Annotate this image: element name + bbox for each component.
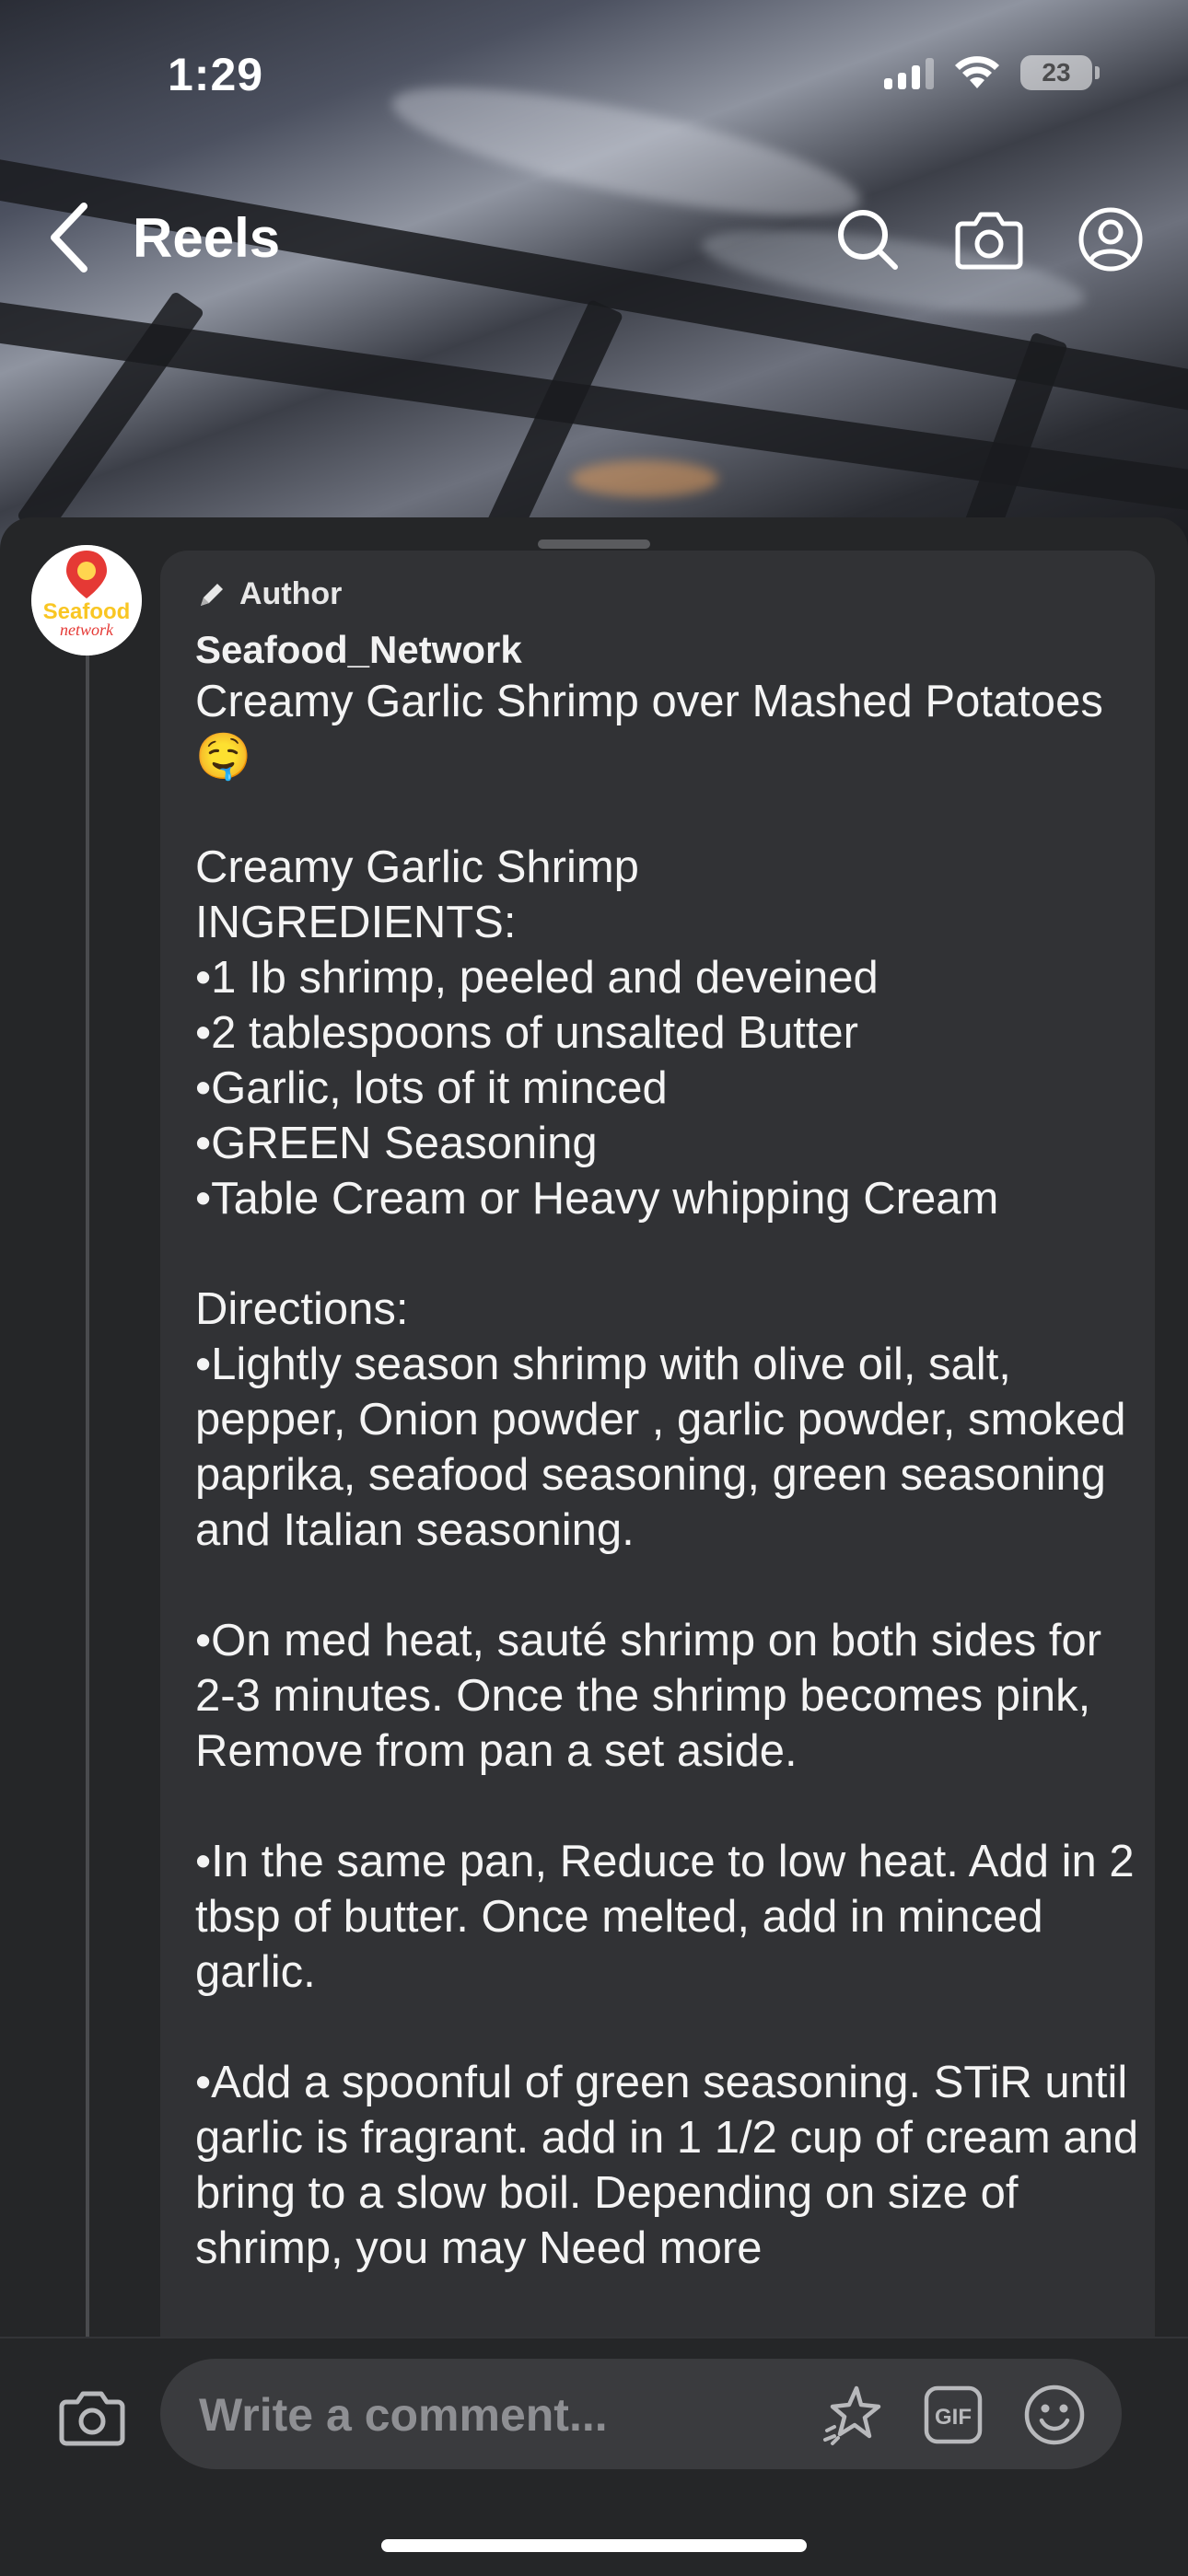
- status-time: 1:29: [168, 49, 264, 100]
- comment-text: Creamy Garlic Shrimp over Mashed Potatoe…: [195, 677, 1139, 2273]
- battery-icon: 23: [1020, 55, 1100, 90]
- profile-button[interactable]: [1076, 204, 1146, 274]
- status-icons: 23: [884, 55, 1100, 90]
- gif-label: GIF: [935, 2405, 972, 2430]
- search-button[interactable]: [833, 204, 903, 274]
- comment-username[interactable]: Seafood_Network: [195, 628, 522, 672]
- thread-line: [86, 646, 89, 2442]
- comments-sheet[interactable]: Seafood network Author Seafood_Network C…: [0, 517, 1188, 2574]
- home-indicator[interactable]: [381, 2539, 807, 2552]
- camera-icon: [955, 212, 1023, 270]
- seafood-network-logo: Seafood network: [31, 545, 142, 656]
- camera-icon: [59, 2391, 125, 2446]
- profile-icon: [1078, 207, 1143, 272]
- page-title: Reels: [133, 207, 281, 269]
- comment-input-pill[interactable]: GIF: [160, 2359, 1122, 2469]
- camera-button[interactable]: [954, 204, 1024, 274]
- cellular-signal-icon: [884, 56, 934, 89]
- logo-text-network: network: [60, 621, 114, 639]
- author-badge: Author: [195, 576, 342, 612]
- avatar-sticker-button[interactable]: [820, 2383, 884, 2447]
- author-label: Author: [239, 576, 343, 611]
- battery-level: 23: [1042, 58, 1071, 87]
- gif-button[interactable]: GIF: [921, 2383, 985, 2447]
- smiley-icon: [1024, 2385, 1085, 2445]
- wifi-icon: [955, 56, 999, 88]
- pencil-icon: [201, 583, 223, 606]
- emoji-button[interactable]: [1022, 2383, 1087, 2447]
- sparkle-sticker-icon: [823, 2385, 881, 2445]
- reels-nav-bar: Reels: [0, 184, 1188, 285]
- comment-input[interactable]: [197, 2381, 790, 2449]
- back-button[interactable]: [37, 201, 101, 274]
- avatar[interactable]: Seafood network: [31, 545, 142, 656]
- gif-icon: GIF: [924, 2385, 983, 2444]
- sheet-grabber[interactable]: [538, 540, 650, 549]
- search-icon: [838, 210, 898, 270]
- comment-bubble[interactable]: Author Seafood_Network Creamy Garlic Shr…: [160, 551, 1155, 2392]
- composer-camera-button[interactable]: [53, 2379, 131, 2456]
- chevron-left-icon: [51, 203, 87, 273]
